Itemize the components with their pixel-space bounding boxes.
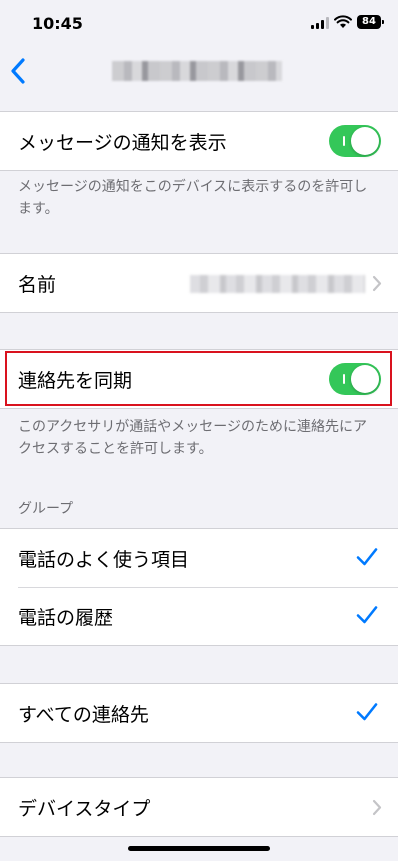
checkmark-icon [356, 548, 378, 566]
name-label: 名前 [18, 274, 57, 296]
name-value-redacted [190, 275, 365, 293]
sync-contacts-toggle[interactable] [329, 363, 381, 395]
checkmark-icon [356, 606, 378, 624]
device-type-row[interactable]: デバイスタイプ [0, 778, 398, 836]
chevron-right-icon [372, 275, 382, 292]
toggle-on-mark [343, 136, 345, 146]
signal-icon [311, 17, 329, 29]
group-item-label: 電話のよく使う項目 [18, 549, 190, 571]
show-notifications-row: メッセージの通知を表示 [0, 112, 398, 170]
battery-icon: 84 [357, 15, 384, 29]
group-item-phone-favorites[interactable]: 電話のよく使う項目 [0, 529, 398, 587]
groups-list: 電話のよく使う項目 電話の履歴 [0, 528, 398, 646]
chevron-right-icon [372, 799, 382, 816]
group-item-label: 電話の履歴 [18, 607, 114, 629]
device-type-label: デバイスタイプ [18, 798, 151, 820]
status-time: 10:45 [32, 14, 83, 33]
show-notifications-label: メッセージの通知を表示 [18, 132, 227, 154]
device-type-group: デバイスタイプ [0, 777, 398, 837]
toggle-on-mark [343, 374, 345, 384]
home-indicator [128, 846, 270, 851]
name-group: 名前 [0, 253, 398, 313]
checkmark-icon [356, 703, 378, 721]
show-notifications-toggle[interactable] [329, 125, 381, 157]
all-contacts-label: すべての連絡先 [18, 704, 149, 726]
sync-contacts-footer: このアクセサリが通話やメッセージのために連絡先にアクセスすることを許可します。 [18, 419, 368, 457]
status-bar: 10:45 84 [0, 0, 398, 52]
name-row[interactable]: 名前 [0, 254, 398, 312]
all-contacts-group: すべての連絡先 [0, 683, 398, 743]
all-contacts-row[interactable]: すべての連絡先 [0, 684, 398, 742]
sync-contacts-label: 連絡先を同期 [18, 370, 133, 392]
nav-title-redacted [112, 61, 282, 81]
groups-header: グループ [18, 501, 74, 517]
sync-contacts-row: 連絡先を同期 [0, 350, 398, 408]
toggle-knob [351, 127, 379, 155]
chevron-left-icon[interactable] [8, 56, 30, 86]
nav-bar [0, 52, 398, 92]
group-item-phone-history[interactable]: 電話の履歴 [0, 587, 398, 645]
wifi-icon [334, 15, 352, 28]
toggle-knob [351, 365, 379, 393]
notifications-footer: メッセージの通知をこのデバイスに表示するのを許可します。 [18, 179, 368, 217]
notifications-group: メッセージの通知を表示 [0, 111, 398, 171]
sync-contacts-group: 連絡先を同期 [0, 349, 398, 409]
